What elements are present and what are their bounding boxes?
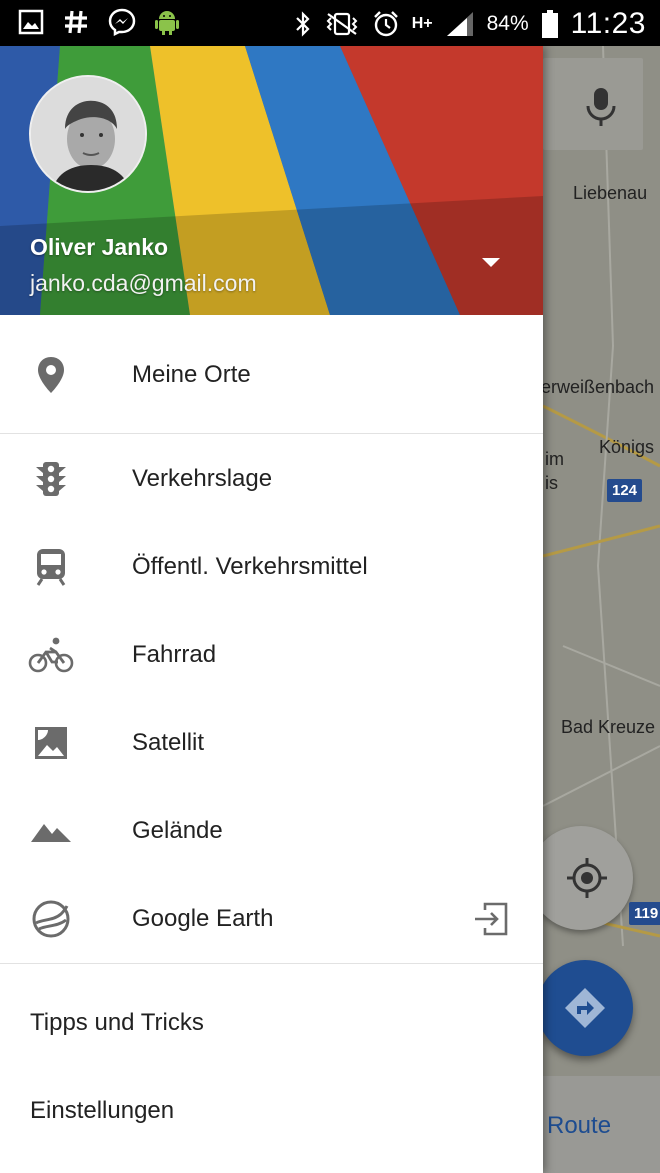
android-icon (155, 11, 179, 35)
menu-item-settings[interactable]: Einstellungen (30, 1067, 174, 1155)
microphone-icon (586, 88, 616, 126)
route-label[interactable]: Route (547, 1112, 611, 1140)
map-place-label: erweißenbach (543, 377, 655, 397)
network-type-label: H+ (411, 15, 433, 32)
profile-photo (31, 77, 145, 191)
menu-item-label: Verkehrslage (132, 465, 273, 492)
account-header[interactable]: Oliver Janko janko.cda@gmail.com (0, 46, 543, 315)
open-external-icon[interactable] (472, 897, 510, 941)
status-bar-system: H+ 84% 11:23 (294, 4, 646, 44)
status-bar: H+ 84% 11:23 (0, 0, 660, 46)
menu-item-google-earth[interactable]: Google Earth (0, 875, 543, 963)
menu-item-label: Google Earth (132, 905, 274, 932)
terrain-mountains-icon (28, 809, 74, 853)
alarm-icon (373, 11, 398, 37)
map-place-label: Königs (599, 437, 655, 457)
navigation-drawer: Oliver Janko janko.cda@gmail.com Meine O… (0, 46, 543, 1173)
bicycle-icon (28, 633, 74, 677)
bluetooth-icon (295, 11, 310, 37)
traffic-light-icon (28, 457, 74, 501)
account-dropdown-icon[interactable] (476, 252, 506, 272)
menu-item-tips[interactable]: Tipps und Tricks (30, 979, 204, 1067)
battery-icon (541, 10, 558, 38)
map-place-label: im (545, 449, 564, 469)
menu-item-label: Öffentl. Verkehrsmittel (132, 553, 368, 580)
menu-item-traffic[interactable]: Verkehrslage (0, 435, 543, 523)
google-earth-icon (28, 897, 74, 941)
battery-percent: 84% (486, 12, 529, 35)
menu-item-label: Satellit (132, 729, 205, 756)
status-bar-notifications (18, 8, 180, 36)
road-shield: 124 (607, 479, 643, 502)
account-name: Oliver Janko (30, 234, 169, 260)
menu-item-satellite[interactable]: Satellit (0, 699, 543, 787)
voice-search-button[interactable] (543, 58, 643, 150)
menu-item-public-transit[interactable]: Öffentl. Verkehrsmittel (0, 523, 543, 611)
hashtag-icon (65, 10, 87, 34)
map-place-label: is (545, 473, 558, 493)
divider (0, 963, 543, 964)
menu-item-label: Gelände (132, 817, 223, 844)
menu-item-bicycle[interactable]: Fahrrad (0, 611, 543, 699)
menu-item-label: Fahrrad (132, 641, 217, 668)
avatar[interactable] (29, 75, 147, 193)
menu-item-my-places[interactable]: Meine Orte (0, 331, 543, 419)
place-pin-icon (28, 353, 74, 397)
map-place-label: Bad Kreuze (561, 717, 656, 737)
map-view[interactable]: Liebenau erweißenbach Königs im is 124 B… (543, 46, 660, 1173)
gallery-icon (18, 9, 44, 35)
menu-item-label: Meine Orte (132, 361, 251, 388)
signal-icon (446, 12, 473, 36)
road-shield: 119 (629, 902, 660, 925)
satellite-image-icon (28, 721, 74, 765)
crosshair-location-icon (567, 858, 607, 898)
directions-arrow-icon (565, 988, 605, 1028)
transit-train-icon (28, 545, 74, 589)
menu-item-terrain[interactable]: Gelände (0, 787, 543, 875)
clock-time: 11:23 (570, 7, 646, 40)
vibrate-icon (326, 12, 358, 36)
messenger-icon (108, 8, 136, 36)
map-place-label: Liebenau (573, 183, 648, 203)
account-email: janko.cda@gmail.com (30, 270, 257, 296)
divider (0, 433, 543, 434)
